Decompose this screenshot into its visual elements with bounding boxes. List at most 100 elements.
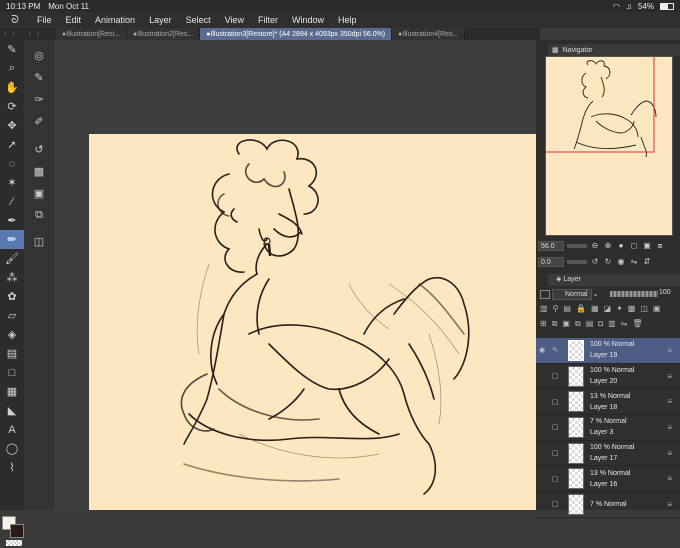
fit-icon[interactable]: ◻	[629, 241, 639, 251]
new-vector-layer-icon[interactable]: ⧉	[552, 319, 558, 329]
layer-menu-icon[interactable]: ≡	[667, 346, 672, 355]
menu-layer[interactable]: Layer	[142, 15, 179, 25]
layer-row[interactable]: ▢ 13 % Normal Layer 18 ≡	[536, 389, 680, 416]
menu-view[interactable]: View	[218, 15, 251, 25]
tab-scroll-arrows-icon[interactable]: ‹‹ ››	[0, 31, 56, 38]
layer-color-icon[interactable]: ◪	[604, 304, 612, 313]
menu-window[interactable]: Window	[285, 15, 331, 25]
pen-edit-icon[interactable]: ✎	[550, 345, 560, 355]
decoration-tool-icon[interactable]: ✿	[0, 287, 24, 306]
layer-menu-icon[interactable]: ≡	[667, 423, 672, 432]
new-raster-layer-icon[interactable]: ⊞	[540, 319, 547, 329]
clip-icon[interactable]: ▥	[540, 304, 548, 313]
zoom-in-icon[interactable]: ⊕	[603, 241, 613, 251]
clear-icon[interactable]: ▩	[24, 160, 54, 182]
rotate-tool-icon[interactable]: ⟳	[0, 97, 24, 116]
layer-row[interactable]: ▢ 100 % Normal Layer 20 ≡	[536, 364, 680, 390]
drawing-canvas[interactable]	[89, 134, 536, 510]
flip-vertical-icon[interactable]: ⇵	[642, 257, 652, 267]
new-folder-icon[interactable]: ▣	[562, 319, 570, 329]
flip-horizontal-icon[interactable]: ⇋	[629, 257, 639, 267]
lock-transparency-icon[interactable]: ▦	[591, 304, 599, 313]
ruler-tool-icon[interactable]: ◣	[0, 401, 24, 420]
layer-menu-icon[interactable]: ≡	[667, 397, 672, 406]
zoom-slider[interactable]	[567, 244, 587, 248]
mask-icon[interactable]: ▩	[628, 304, 636, 313]
copy-layer-icon[interactable]: ⧉	[575, 319, 581, 329]
apply-mask-icon[interactable]: ▥	[608, 319, 616, 329]
soft-pencil-icon[interactable]: ✑	[24, 88, 54, 110]
layer-checkbox[interactable]: ▢	[550, 499, 560, 509]
ruler-icon[interactable]: ◫	[640, 304, 648, 313]
real-pencil-icon[interactable]: ✎	[24, 66, 54, 88]
layer-checkbox[interactable]: ▢	[550, 448, 560, 458]
magic-wand-icon[interactable]: ✶	[0, 173, 24, 192]
document-tab[interactable]: ● Illustration2[Res...	[126, 28, 201, 40]
brush-tool-icon[interactable]: 🖌	[0, 249, 24, 268]
layer-menu-icon[interactable]: ≡	[667, 500, 672, 509]
move-tool-icon[interactable]: ✥	[0, 116, 24, 135]
zoom-tool-icon[interactable]: ⌕	[0, 59, 24, 78]
pen-tool-icon[interactable]: ✒	[0, 211, 24, 230]
menu-file[interactable]: File	[30, 15, 59, 25]
opacity-slider[interactable]	[610, 291, 658, 297]
palette-color-icon[interactable]: ✦	[616, 304, 623, 313]
layer-row[interactable]: ▢ 100 % Normal Layer 17 ≡	[536, 441, 680, 467]
layer-checkbox[interactable]: ▢	[550, 371, 560, 381]
lasso-tool-icon[interactable]: ◌	[0, 154, 24, 173]
pencil-tool-icon[interactable]: ✏	[0, 230, 24, 249]
fit-window-icon[interactable]: ▣	[642, 241, 652, 251]
layer-row[interactable]: ▢ 7 % Normal Layer 3 ≡	[536, 415, 680, 441]
layer-mask-toggle-icon[interactable]	[540, 290, 550, 299]
reset-rotation-icon[interactable]: ◉	[616, 257, 626, 267]
pen-tool-header-icon[interactable]: ✎	[0, 40, 24, 59]
rotation-slider[interactable]	[567, 260, 587, 264]
rotate-right-icon[interactable]: ↻	[603, 257, 613, 267]
eraser-tool-icon[interactable]: ▱	[0, 306, 24, 325]
layer-menu-icon[interactable]: ≡	[667, 372, 672, 381]
merge-down-icon[interactable]: ▤	[586, 319, 594, 329]
delete-layer-icon[interactable]: 🗑	[632, 319, 642, 329]
blend-mode-select[interactable]: Normal ⌄	[552, 289, 598, 300]
menu-filter[interactable]: Filter	[251, 15, 285, 25]
layer-row[interactable]: ▢ 7 % Normal ≡	[536, 492, 680, 518]
hand-tool-icon[interactable]: ✋	[0, 78, 24, 97]
color-swatches[interactable]	[2, 516, 24, 548]
balloon-tool-icon[interactable]: ◯	[0, 439, 24, 458]
menu-animation[interactable]: Animation	[88, 15, 142, 25]
transparent-color-swatch[interactable]	[6, 540, 22, 546]
subtool-pencil-icon[interactable]: ◎	[24, 44, 54, 66]
layer-row[interactable]: ◉ ✎ 100 % Normal Layer 19 ≡	[536, 338, 680, 364]
layer-menu-icon[interactable]: ≡	[667, 474, 672, 483]
menu-select[interactable]: Select	[179, 15, 218, 25]
undo-history-icon[interactable]: ↺	[24, 138, 54, 160]
layer-checkbox[interactable]: ▢	[550, 397, 560, 407]
material-icon[interactable]: ⧉	[24, 204, 54, 226]
frame-tool-icon[interactable]: ▦	[0, 382, 24, 401]
app-logo-icon[interactable]: ᘐ	[0, 14, 30, 27]
rotate-left-icon[interactable]: ↺	[590, 257, 600, 267]
sub-color-swatch[interactable]	[10, 524, 24, 538]
layer-row[interactable]: ▢ 13 % Normal Layer 16 ≡	[536, 466, 680, 493]
layer-settings-icon[interactable]: ◫	[24, 230, 54, 252]
airbrush-tool-icon[interactable]: ⁂	[0, 268, 24, 287]
layer-checkbox[interactable]: ▢	[550, 474, 560, 484]
zoom-out-icon[interactable]: ⊖	[590, 241, 600, 251]
fit-width-icon[interactable]: ⧈	[655, 241, 665, 251]
document-tab[interactable]: ● Illustration3[Restore]* (A4 2894 x 409…	[200, 28, 393, 40]
operation-tool-icon[interactable]: ➚	[0, 135, 24, 154]
layer-menu-icon[interactable]: ≡	[667, 449, 672, 458]
correct-line-tool-icon[interactable]: ⌇	[0, 458, 24, 477]
document-tab[interactable]: ● Illustration[Resi...	[56, 28, 127, 40]
menu-edit[interactable]: Edit	[59, 15, 89, 25]
reference-icon[interactable]: ⚲	[553, 304, 559, 313]
menu-help[interactable]: Help	[331, 15, 364, 25]
lock-icon[interactable]: 🔒	[576, 304, 586, 313]
gradient-tool-icon[interactable]: ▤	[0, 344, 24, 363]
zoom-input[interactable]: 56.0	[538, 241, 564, 251]
more-icon[interactable]: ▣	[653, 304, 661, 313]
actual-size-icon[interactable]: ●	[616, 241, 626, 251]
rotation-input[interactable]: 0.0	[538, 257, 564, 267]
layer-checkbox[interactable]: ▢	[550, 422, 560, 432]
figure-tool-icon[interactable]: □	[0, 363, 24, 382]
